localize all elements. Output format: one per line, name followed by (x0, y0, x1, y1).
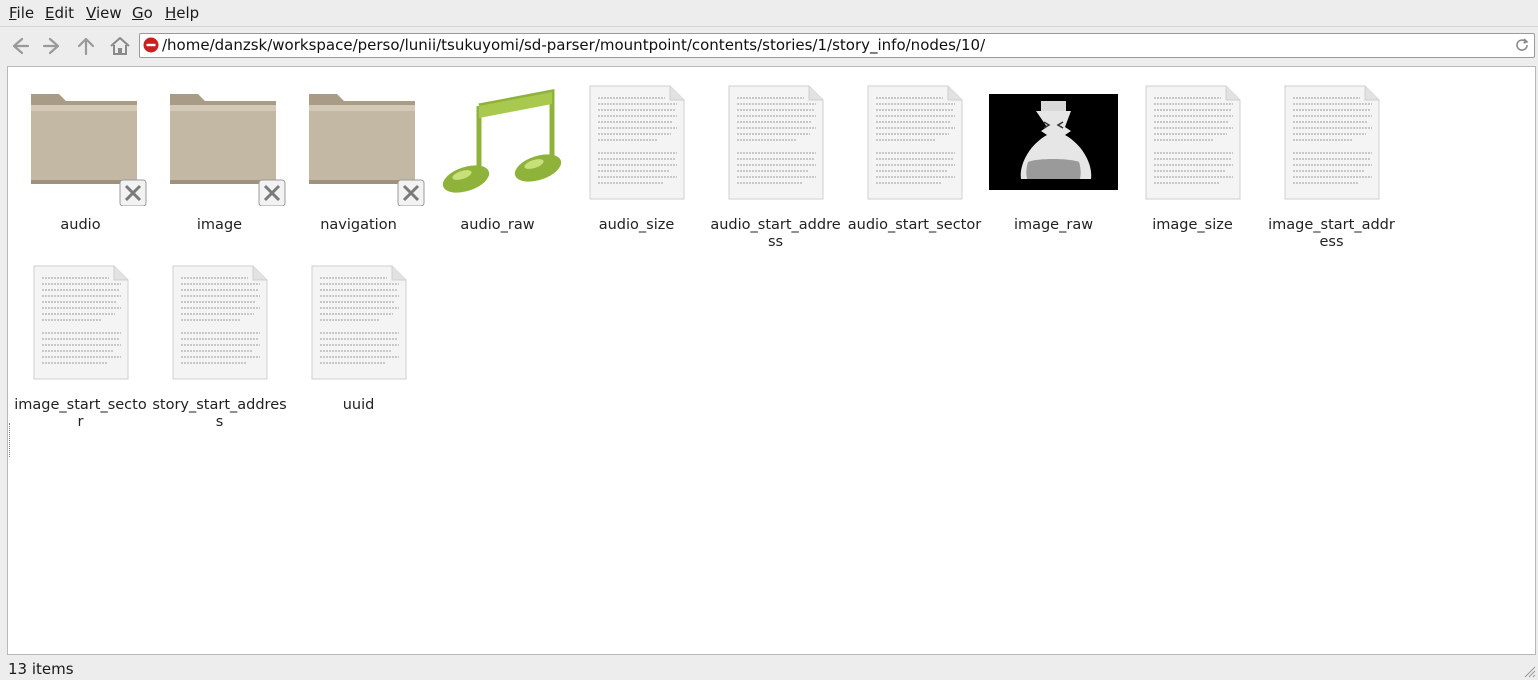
file-item[interactable]: audio_start_address (706, 76, 845, 250)
back-button[interactable] (6, 33, 32, 59)
back-arrow-icon (12, 37, 30, 55)
file-name: image (196, 217, 243, 233)
menu-view[interactable]: View (86, 4, 122, 22)
forward-arrow-icon (42, 37, 60, 55)
menu-bar: File Edit View Go Help (0, 0, 1538, 27)
reload-icon[interactable] (1514, 37, 1530, 53)
home-button[interactable] (107, 33, 133, 59)
file-name: story_start_address (152, 397, 287, 430)
location-path: /home/danzsk/workspace/perso/lunii/tsuku… (162, 36, 986, 54)
file-name: image_start_sector (14, 397, 147, 430)
text-document-icon (172, 265, 268, 380)
text-document-icon (728, 85, 824, 200)
pane-resize-handle[interactable] (9, 423, 12, 457)
text-document-icon (311, 265, 407, 380)
file-name: uuid (342, 397, 375, 413)
status-bar: 13 items (0, 657, 1538, 680)
file-name: audio_raw (460, 217, 535, 233)
file-item[interactable]: image_start_address (1262, 76, 1401, 250)
file-item[interactable]: navigation (289, 76, 428, 246)
file-item[interactable]: image (150, 76, 289, 246)
unreadable-emblem-icon (397, 179, 425, 206)
folder-icon (170, 94, 286, 206)
file-item[interactable]: audio_start_sector (845, 76, 984, 246)
folder-icon (31, 94, 147, 206)
forward-button[interactable] (40, 33, 66, 59)
menu-file[interactable]: File (9, 4, 34, 22)
file-item[interactable]: audio (11, 76, 150, 246)
menu-help[interactable]: Help (165, 4, 199, 22)
file-name: image_start_address (1268, 217, 1395, 250)
text-document-icon (33, 265, 129, 380)
music-note-icon (442, 88, 562, 193)
file-item[interactable]: story_start_address (150, 256, 289, 430)
text-document-icon (1145, 85, 1241, 200)
menu-go[interactable]: Go (132, 4, 153, 22)
file-item[interactable]: image_size (1123, 76, 1262, 246)
up-button[interactable] (73, 33, 99, 59)
file-name: navigation (320, 217, 397, 233)
file-name: image_size (1152, 217, 1233, 233)
unreadable-emblem-icon (258, 179, 286, 206)
file-item[interactable]: uuid (289, 256, 428, 426)
file-view[interactable]: audio image navigation audio_raw audio_s… (7, 66, 1536, 655)
file-name: audio_size (598, 217, 675, 233)
item-count: 13 items (8, 660, 74, 678)
home-icon (110, 37, 130, 55)
menu-edit[interactable]: Edit (45, 4, 74, 22)
text-document-icon (589, 85, 685, 200)
file-item[interactable]: image_start_sector (11, 256, 150, 430)
stop-icon (143, 37, 159, 53)
file-name: audio_start_sector (847, 217, 982, 233)
location-bar[interactable]: /home/danzsk/workspace/perso/lunii/tsuku… (139, 33, 1535, 58)
text-document-icon (867, 85, 963, 200)
file-name: audio_start_address (710, 217, 841, 250)
file-item[interactable]: audio_raw (428, 76, 567, 246)
up-arrow-icon (77, 37, 95, 56)
file-item[interactable]: audio_size (567, 76, 706, 246)
file-name: audio (60, 217, 101, 233)
unreadable-emblem-icon (119, 179, 147, 206)
image-thumbnail-icon (989, 94, 1118, 190)
text-document-icon (1284, 85, 1380, 200)
file-name: image_raw (1013, 217, 1094, 233)
file-item[interactable]: image_raw (984, 76, 1123, 246)
resize-grip-icon[interactable] (1522, 664, 1536, 678)
folder-icon (309, 94, 425, 206)
